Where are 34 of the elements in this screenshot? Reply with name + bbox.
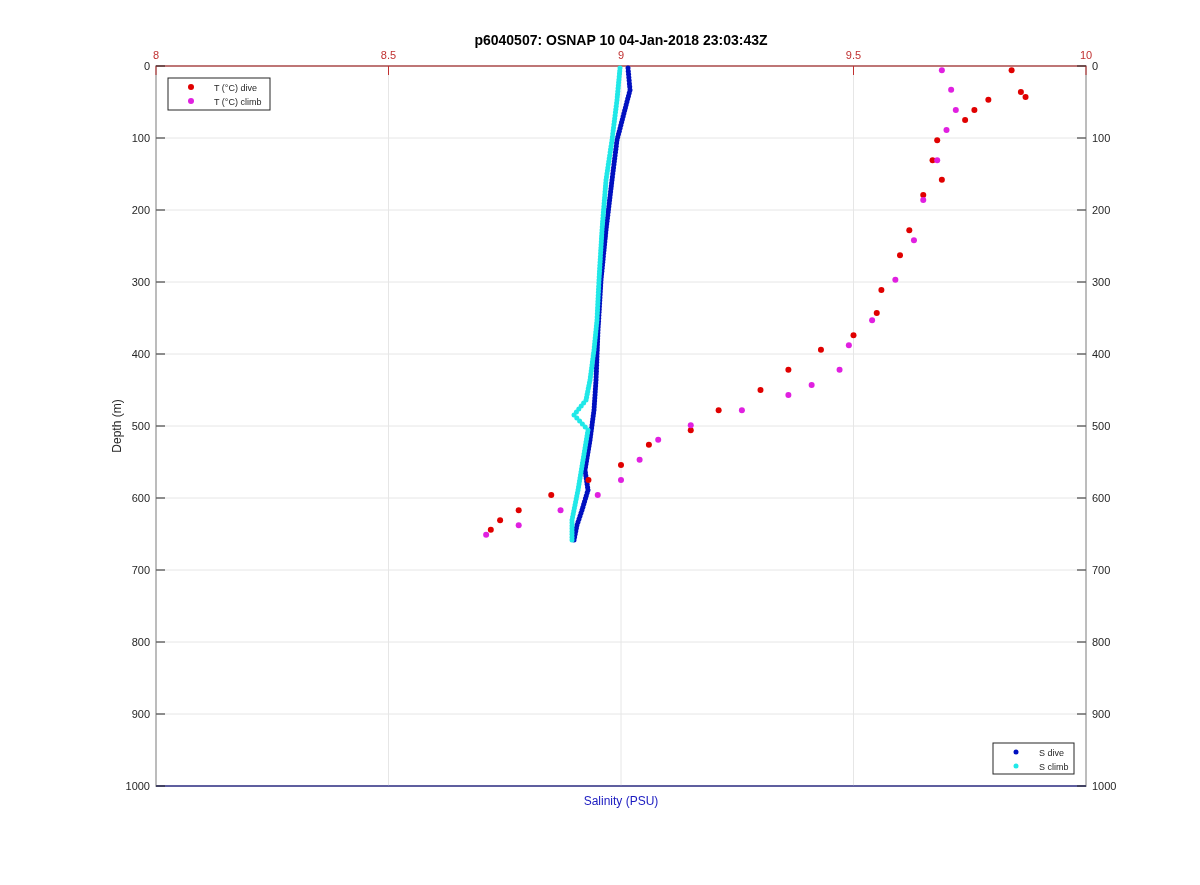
y-tick-label: 900 [131,708,150,720]
x-tick-label: 9 [617,49,625,61]
y-tick-label: 400 [1092,348,1111,360]
y-tick-label: 0 [1092,60,1099,72]
y-tick-label: 400 [131,348,150,360]
y-axis-label: Depth (m) [110,399,124,453]
y-tick-label: 100 [131,132,150,144]
y-tick-label: 900 [1092,708,1111,720]
y-tick-label: 100 [1092,132,1111,144]
x-tick-label: 10 [1079,49,1093,61]
y-tick-label: 300 [1092,276,1111,288]
y-tick-label: 700 [1092,564,1111,576]
y-tick-label: 800 [131,636,150,648]
legend-label: T (°C) climb [214,97,262,107]
y-tick-label: 1000 [125,780,150,792]
legend-label: S climb [1039,762,1069,772]
y-tick-label: 200 [1092,204,1111,216]
y-tick-label: 800 [1092,636,1111,648]
y-tick-label: 500 [131,420,150,432]
x-tick-label: 8.5 [380,49,397,61]
y-tick-label: 0 [143,60,150,72]
y-tick-label: 1000 [1092,780,1117,792]
y-tick-label: 600 [1092,492,1111,504]
x-tick-label: 9.5 [845,49,862,61]
y-tick-label: 200 [131,204,150,216]
x-axis-label: Salinity (PSU) [583,794,659,808]
y-tick-label: 700 [131,564,150,576]
legend-label: S dive [1039,748,1064,758]
y-tick-label: 600 [131,492,150,504]
x-tick-label: 8 [152,49,160,61]
chart-title: p6040507: OSNAP 10 04-Jan-2018 23:03:43Z [474,32,768,48]
legend-label: T (°C) dive [214,83,257,93]
y-tick-label: 500 [1092,420,1111,432]
y-tick-label: 300 [131,276,150,288]
